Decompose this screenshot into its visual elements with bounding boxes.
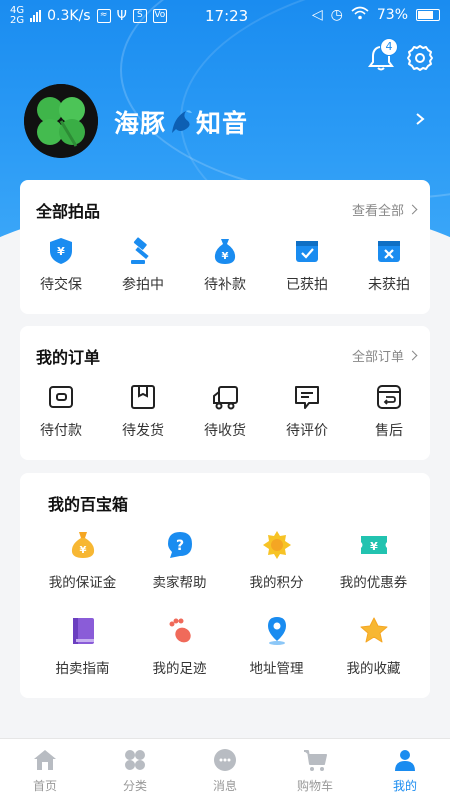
notification-badge: 4 — [380, 38, 398, 56]
dolphin-icon — [172, 110, 193, 133]
network-speed: 0.3K/s — [47, 8, 91, 24]
auction-item-pending-deposit[interactable]: ¥ 待交保 — [20, 236, 102, 294]
order-item-after-sales[interactable]: 售后 — [348, 382, 430, 440]
toolbox-item-favorites[interactable]: 我的收藏 — [325, 615, 422, 677]
username[interactable]: 海豚 知音 — [114, 104, 248, 140]
svg-text:¥: ¥ — [222, 251, 229, 262]
chevron-right-icon — [407, 350, 418, 361]
s-app-icon: S — [132, 9, 147, 23]
toolbox-card: 我的百宝箱 ¥ 我的保证金 ? 卖家帮助 我的积分 ¥ 我的优惠券 拍卖指南 我… — [20, 473, 430, 698]
tab-messages[interactable]: 消息 — [180, 739, 270, 800]
points-sun-icon — [262, 531, 291, 559]
box-x-icon — [378, 241, 400, 262]
toolbox-item-address[interactable]: 地址管理 — [228, 615, 325, 677]
category-icon — [125, 750, 145, 770]
star-icon — [360, 617, 387, 643]
order-item-pending-receipt[interactable]: 待收货 — [184, 382, 266, 440]
toolbox-item-deposit[interactable]: ¥ 我的保证金 — [34, 529, 131, 591]
svg-text:?: ? — [175, 538, 183, 554]
order-item-pending-review[interactable]: 待评价 — [266, 382, 348, 440]
deposit-bag-icon: ¥ — [71, 532, 94, 558]
money-bag-icon: ¥ — [214, 239, 236, 264]
message-icon — [214, 749, 236, 771]
location-pin-icon — [267, 617, 286, 645]
truck-icon — [213, 386, 238, 410]
mute-icon: ◁ — [311, 7, 323, 23]
tab-category[interactable]: 分类 — [90, 739, 180, 800]
status-time: 17:23 — [205, 7, 249, 25]
order-item-pending-shipment[interactable]: 待发货 — [102, 382, 184, 440]
status-bar: 4G 2G 0.3K/s ≈ Ψ S Vo 17:23 ◁ ◷ 73% — [0, 0, 450, 32]
order-item-pending-payment[interactable]: 待付款 — [20, 382, 102, 440]
card-title: 我的百宝箱 — [48, 495, 129, 514]
toolbox-item-coupons[interactable]: ¥ 我的优惠券 — [325, 529, 422, 591]
svg-text:¥: ¥ — [79, 545, 86, 556]
card-title: 全部拍品 — [36, 202, 101, 221]
guide-book-icon — [72, 618, 94, 644]
avatar[interactable] — [24, 84, 98, 158]
orders-card: 我的订单 全部订单 待付款 待发货 待收货 待评价 售后 — [20, 326, 430, 460]
wifi-icon — [351, 6, 369, 24]
return-icon — [377, 385, 401, 409]
all-orders-link[interactable]: 全部订单 — [352, 346, 418, 365]
svg-text:¥: ¥ — [370, 540, 378, 553]
view-all-link[interactable]: 查看全部 — [352, 200, 418, 219]
home-icon — [34, 750, 56, 770]
help-icon: ? — [167, 532, 192, 558]
toolbox-item-points[interactable]: 我的积分 — [228, 529, 325, 591]
usb-icon: Ψ — [116, 8, 127, 24]
signal-icon — [30, 10, 42, 22]
coupon-icon: ¥ — [360, 536, 387, 554]
auction-item-pending-payment[interactable]: ¥ 待补款 — [184, 236, 266, 294]
gavel-icon — [131, 237, 149, 264]
battery-icon — [416, 9, 440, 21]
card-title: 我的订单 — [36, 348, 101, 367]
auction-item-won[interactable]: 已获拍 — [266, 236, 348, 294]
profile-icon — [395, 750, 415, 771]
toolbox-item-footprints[interactable]: 我的足迹 — [131, 615, 228, 677]
auction-item-bidding[interactable]: 参拍中 — [102, 236, 184, 294]
toolbox-item-auction-guide[interactable]: 拍卖指南 — [34, 615, 131, 677]
cart-icon — [304, 750, 327, 771]
alarm-icon: ◷ — [330, 7, 343, 23]
volte-icon: Vo — [152, 9, 167, 23]
battery-percent: 73% — [376, 7, 408, 23]
tab-home[interactable]: 首页 — [0, 739, 90, 800]
clover-avatar-icon — [24, 84, 98, 158]
toolbox-item-seller-help[interactable]: ? 卖家帮助 — [131, 529, 228, 591]
comment-icon — [295, 386, 319, 409]
bottom-tab-bar: 首页 分类 消息 购物车 我的 — [0, 738, 450, 800]
network-type: 4G 2G — [10, 5, 25, 26]
footprint-icon — [169, 618, 191, 643]
tab-profile[interactable]: 我的 — [360, 739, 450, 800]
package-icon — [131, 385, 155, 409]
chevron-right-icon[interactable] — [414, 112, 426, 126]
shield-yen-icon: ¥ — [50, 238, 72, 264]
auction-item-lost[interactable]: 未获拍 — [348, 236, 430, 294]
svg-text:¥: ¥ — [57, 245, 65, 258]
auction-card: 全部拍品 查看全部 ¥ 待交保 参拍中 ¥ 待补款 已获拍 未获拍 — [20, 180, 430, 314]
app-notification-icon: ≈ — [96, 9, 111, 23]
gear-icon[interactable] — [406, 44, 434, 72]
chevron-right-icon — [407, 204, 418, 215]
wallet-icon — [49, 386, 73, 408]
tab-cart[interactable]: 购物车 — [270, 739, 360, 800]
box-check-icon — [296, 241, 318, 262]
